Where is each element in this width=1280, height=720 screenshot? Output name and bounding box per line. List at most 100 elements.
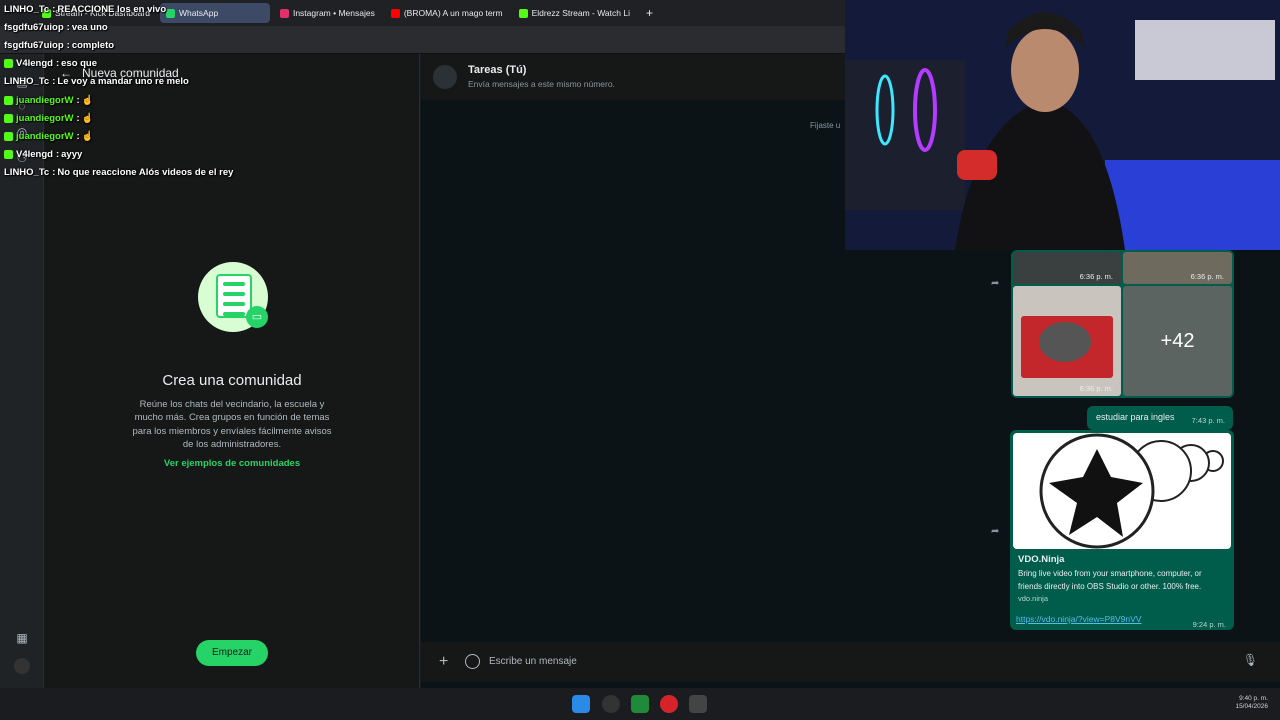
chat-separator: : — [76, 130, 80, 142]
message-time: 7:43 p. m. — [1191, 416, 1225, 425]
chat-separator: : — [66, 39, 70, 51]
community-illustration: ▭ — [198, 262, 268, 332]
browser-tab[interactable]: Eldrezz Stream - Watch Li — [513, 3, 636, 23]
stream-chat-message: juandiegorW: ☝ — [4, 91, 384, 109]
link-title: VDO.Ninja — [1018, 554, 1065, 565]
opera-icon[interactable] — [660, 695, 678, 713]
chat-separator: : — [52, 167, 56, 179]
stream-chat-message: juandiegorW: ☝ — [4, 109, 384, 127]
link-description: Bring live video from your smartphone, c… — [1018, 569, 1202, 591]
kick-badge-icon — [4, 59, 13, 69]
sticker-icon[interactable] — [465, 654, 480, 669]
clock-date: 15/04/2026 — [1235, 703, 1268, 710]
message-text: estudiar para ingles — [1096, 412, 1175, 422]
kick-badge-icon — [4, 150, 13, 160]
stream-chat-message: LINHO_Tc: No que reaccione Alós videos d… — [4, 164, 384, 182]
tab-favicon-icon — [390, 8, 400, 18]
stream-capture: { "browser": { "tabs": [ {"label": "Stre… — [0, 0, 1280, 720]
forward-icon[interactable]: ➦ — [991, 526, 1007, 538]
link-domain: vdo.ninja — [1018, 594, 1049, 603]
media-thumb[interactable]: +42 — [1123, 286, 1232, 396]
link-preview-image[interactable] — [1013, 433, 1231, 549]
chat-text: vea uno — [71, 21, 108, 33]
chat-separator: : — [55, 149, 60, 161]
text-message[interactable]: estudiar para ingles 7:43 p. m. — [1087, 406, 1233, 430]
stream-chat-message: fsgdfu67uiop: vea uno — [4, 18, 384, 36]
media-thumb[interactable]: 6:36 p. m. — [1013, 286, 1121, 396]
link-preview-message[interactable]: VDO.Ninja Bring live video from your sma… — [1010, 430, 1234, 630]
chat-text: ☝ — [81, 112, 94, 124]
community-title: Crea una comunidad — [162, 372, 302, 389]
microphone-icon[interactable]: 🎙 — [1243, 653, 1258, 667]
folder-icon: ▭ — [246, 306, 268, 328]
chat-separator: : — [52, 3, 56, 15]
windows-start-icon[interactable] — [572, 695, 590, 713]
tab-favicon-icon — [518, 8, 528, 18]
chat-username: LINHO_Tc — [4, 167, 50, 179]
chat-text: Le voy a mandar uno re melo — [57, 76, 189, 88]
tab-label: Eldrezz Stream - Watch Li — [531, 8, 630, 18]
chat-separator: : — [55, 58, 60, 70]
forward-icon[interactable]: ➦ — [991, 278, 1007, 290]
system-clock: 9:40 p. m. 15/04/2026 — [1235, 695, 1268, 711]
attach-icon[interactable]: + — [439, 653, 448, 671]
chat-username: juandiegorW — [16, 112, 74, 124]
kick-badge-icon — [4, 131, 13, 141]
chat-text: ☝ — [81, 94, 94, 106]
media-thumb[interactable]: 6:36 p. m. — [1123, 252, 1232, 284]
chat-username: V4lengd — [16, 149, 53, 161]
chat-username: juandiegorW — [16, 130, 74, 142]
chat-avatar[interactable] — [433, 65, 457, 89]
media-time: 6:36 p. m. — [1079, 384, 1113, 393]
chat-separator: : — [66, 21, 70, 33]
link-url[interactable]: https://vdo.ninja/?view=P8V9nVV — [1016, 614, 1141, 624]
profile-avatar[interactable] — [14, 658, 30, 674]
vdo-ninja-logo — [1039, 433, 1224, 549]
examples-link[interactable]: Ver ejemplos de comunidades — [44, 458, 420, 469]
stream-chat-overlay: LINHO_Tc: REACCIONE los en vivo fsgdfu67u… — [4, 0, 384, 182]
chat-text: REACCIONE los en vivo — [57, 3, 167, 15]
webcam-feed — [845, 0, 1280, 250]
chat-text: ayyy — [61, 149, 83, 161]
chat-username: juandiegorW — [16, 94, 74, 106]
media-time: 6:36 p. m. — [1079, 272, 1113, 281]
windows-taskbar: 9:40 p. m. 15/04/2026 — [0, 688, 1280, 720]
media-album[interactable]: 6:36 p. m. 6:36 p. m. 6:36 p. m. +42 — [1011, 250, 1234, 398]
browser-tab[interactable]: (BROMA) A un mago term — [385, 3, 509, 23]
new-tab-button[interactable]: + — [640, 6, 659, 20]
kick-badge-icon — [4, 113, 13, 123]
chat-username: V4lengd — [16, 58, 53, 70]
chat-separator: : — [76, 112, 80, 124]
message-composer: + Escribe un mensaje 🎙 — [421, 642, 1280, 682]
chat-username: LINHO_Tc — [4, 3, 50, 15]
webcam-image — [845, 0, 1280, 250]
stream-chat-message: LINHO_Tc: Le voy a mandar uno re melo — [4, 73, 384, 91]
chat-separator: : — [76, 94, 80, 106]
stream-chat-message: LINHO_Tc: REACCIONE los en vivo — [4, 0, 384, 18]
media-thumb[interactable]: 6:36 p. m. — [1013, 252, 1121, 284]
chat-text: ☝ — [81, 130, 94, 142]
community-description: Reúne los chats del vecindario, la escue… — [132, 399, 332, 451]
chat-text: eso que — [61, 58, 98, 70]
kick-badge-icon — [4, 95, 13, 105]
chat-subtitle: Envía mensajes a este mismo número. — [468, 79, 615, 89]
more-media-count: +42 — [1160, 329, 1195, 352]
search-icon[interactable] — [602, 695, 620, 713]
message-input[interactable]: Escribe un mensaje — [489, 656, 577, 667]
chat-text: No que reaccione Alós videos de el rey — [57, 167, 234, 179]
stream-chat-message: V4lengd: ayyy — [4, 146, 384, 164]
message-time: 9:24 p. m. — [1192, 620, 1226, 629]
chat-username: fsgdfu67uiop — [4, 39, 64, 51]
media-icon[interactable]: ▦ — [14, 630, 30, 646]
tab-label: (BROMA) A un mago term — [403, 8, 503, 18]
chat-name: Tareas (Tú) — [468, 64, 527, 76]
obs-icon[interactable] — [689, 695, 707, 713]
xbox-icon[interactable] — [631, 695, 649, 713]
stream-chat-message: fsgdfu67uiop: completo — [4, 36, 384, 54]
stream-chat-message: V4lengd: eso que — [4, 55, 384, 73]
start-button[interactable]: Empezar — [196, 640, 268, 666]
stream-chat-message: juandiegorW: ☝ — [4, 127, 384, 145]
media-time: 6:36 p. m. — [1190, 272, 1224, 281]
clock-time: 9:40 p. m. — [1239, 695, 1268, 702]
chat-username: LINHO_Tc — [4, 76, 50, 88]
